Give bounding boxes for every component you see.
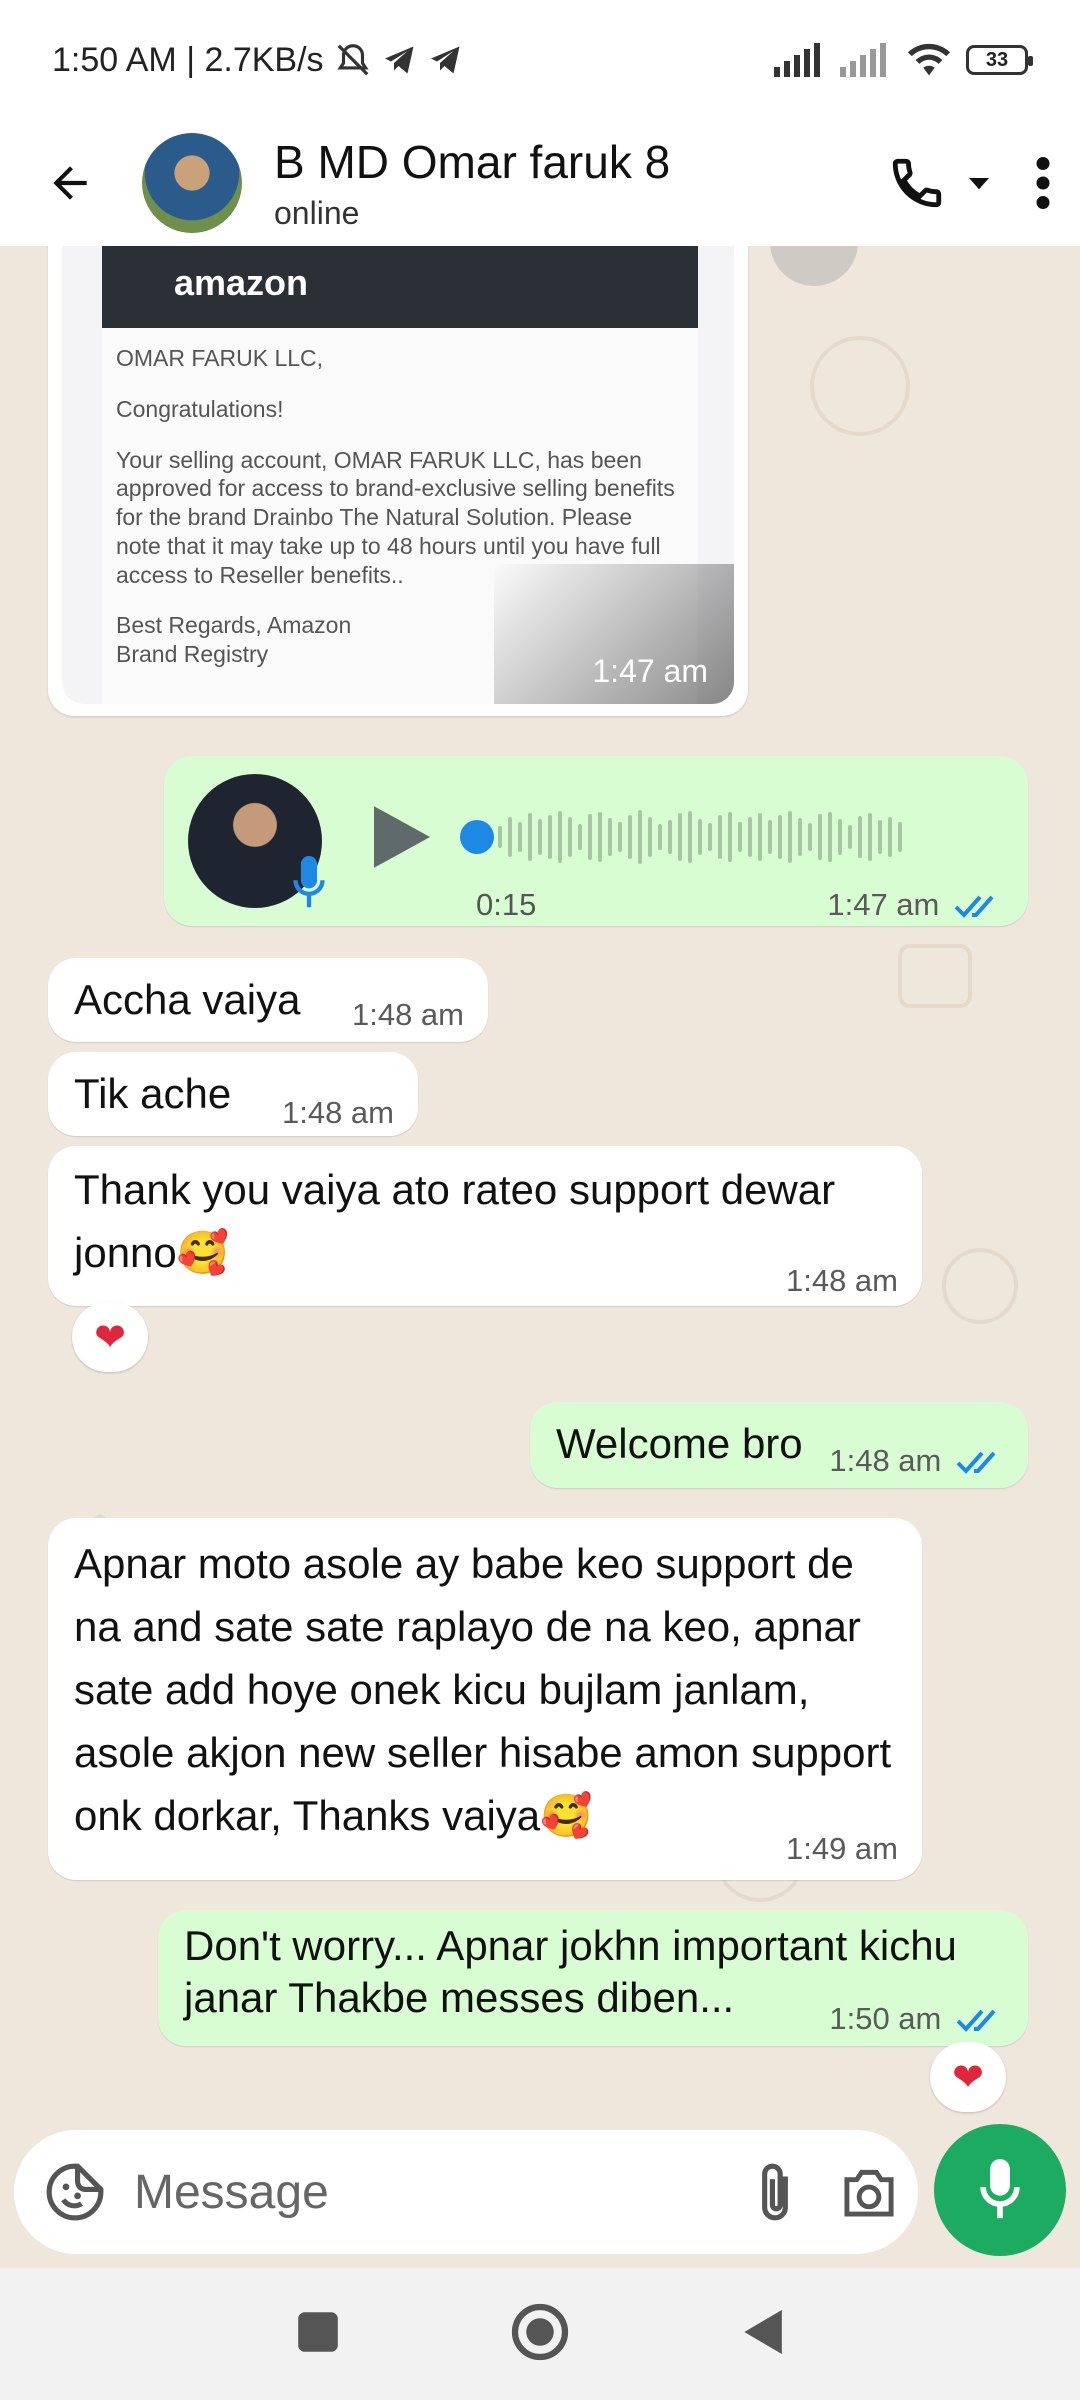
message-incoming[interactable]: Tik ache 1:48 am [48, 1052, 418, 1136]
message-incoming[interactable]: Accha vaiya 1:48 am [48, 958, 488, 1042]
telegram-icon [430, 46, 460, 74]
amazon-header-bar: amazon [102, 246, 698, 328]
mic-badge [292, 856, 326, 927]
status-bar: 1:50 AM | 2.7KB/s 33 [0, 0, 1080, 120]
voice-duration: 0:15 [476, 887, 537, 922]
message-composer [14, 2130, 918, 2254]
message-incoming[interactable]: Apnar moto asole ay babe keo support de … [48, 1518, 922, 1880]
message-time: 1:48 am [785, 1263, 898, 1298]
back-button[interactable] [20, 133, 120, 233]
play-icon [374, 806, 430, 868]
camera-icon [844, 2169, 894, 2217]
message-time: 1:48 am [829, 1438, 1004, 1485]
chat-area[interactable]: amazon OMAR FARUK LLC, Congratulations! … [0, 246, 1080, 2130]
message-input[interactable] [134, 2164, 755, 2220]
triangle-back-icon [744, 2309, 782, 2354]
sticker-icon [46, 2163, 104, 2221]
message-time: 1:47 am [592, 653, 708, 689]
paperclip-icon [762, 2163, 788, 2221]
double-check-icon [954, 895, 994, 918]
message-time-text: 1:50 am [829, 2001, 942, 2036]
camera-button[interactable] [839, 2165, 899, 2219]
recents-button[interactable] [296, 2310, 340, 2359]
seek-handle[interactable] [460, 820, 494, 854]
contact-status: online [274, 194, 360, 231]
header-actions [888, 154, 1050, 212]
home-button[interactable] [510, 2302, 570, 2367]
square-icon [298, 2311, 338, 2352]
contact-info[interactable]: B MD Omar faruk 8 online [274, 135, 670, 232]
status-right: 33 [774, 42, 1033, 78]
audio-waveform[interactable] [498, 806, 902, 868]
mic-icon [293, 856, 325, 908]
message-time-text: 1:47 am [827, 887, 940, 922]
more-options-button[interactable] [1036, 157, 1050, 209]
battery-icon: 33 [966, 45, 1033, 75]
home-circle-icon [511, 2303, 569, 2360]
voice-message[interactable]: 0:15 1:47 am [164, 756, 1028, 926]
system-nav-bar [0, 2268, 1080, 2400]
battery-level: 33 [985, 48, 1009, 71]
message-time: 1:50 am [829, 1996, 1004, 2043]
message-time: 1:48 am [281, 1095, 394, 1130]
contact-avatar[interactable] [142, 133, 242, 233]
phone-icon [892, 158, 942, 208]
email-line: OMAR FARUK LLC, [116, 345, 324, 371]
message-time: 1:48 am [351, 997, 464, 1032]
image-message[interactable]: amazon OMAR FARUK LLC, Congratulations! … [48, 246, 748, 716]
mute-bell-icon [336, 44, 369, 76]
chat-header: B MD Omar faruk 8 online [0, 120, 1080, 246]
reaction-badge[interactable]: ❤ [930, 2042, 1006, 2112]
message-text: Thank you vaiya ato rateo support dewar … [74, 1166, 836, 1276]
image-preview: amazon OMAR FARUK LLC, Congratulations! … [62, 246, 734, 704]
attach-button[interactable] [755, 2161, 795, 2223]
telegram-icon [384, 46, 414, 74]
status-time: 1:50 AM | 2.7KB/s [52, 40, 324, 79]
double-check-icon [956, 1451, 996, 1474]
message-text: Welcome bro [556, 1420, 803, 1467]
more-vert-icon [1036, 157, 1050, 209]
wifi-icon [907, 43, 951, 76]
voice-call-button[interactable] [888, 154, 946, 212]
sticker-button[interactable] [44, 2161, 106, 2223]
reaction-badge[interactable]: ❤ [72, 1302, 148, 1372]
signal-icon [840, 43, 886, 77]
email-line: Best Regards, Amazon Brand Registry [116, 612, 352, 667]
status-left: 1:50 AM | 2.7KB/s [52, 41, 464, 80]
call-options-button[interactable] [964, 168, 994, 198]
message-outgoing[interactable]: Don't worry... Apnar jokhn important kic… [158, 1910, 1028, 2046]
message-time: 1:49 am [785, 1831, 898, 1866]
message-text: Tik ache [74, 1070, 232, 1117]
message-text: Apnar moto asole ay babe keo support de … [74, 1540, 892, 1839]
signal-icon [774, 43, 820, 77]
play-button[interactable] [374, 806, 430, 885]
contact-name: B MD Omar faruk 8 [274, 135, 671, 188]
message-text: Accha vaiya [74, 976, 301, 1023]
message-outgoing[interactable]: Welcome bro 1:48 am [530, 1402, 1028, 1488]
mic-icon [980, 2159, 1020, 2219]
arrow-left-icon [53, 166, 87, 200]
caret-down-icon [969, 178, 989, 190]
email-line: Congratulations! [116, 395, 284, 422]
message-time: 1:47 am [827, 882, 1002, 929]
message-time-text: 1:48 am [829, 1443, 942, 1478]
message-incoming[interactable]: Thank you vaiya ato rateo support dewar … [48, 1146, 922, 1306]
voice-record-button[interactable] [934, 2124, 1066, 2256]
back-nav-button[interactable] [740, 2307, 784, 2362]
amazon-logo: amazon [174, 262, 309, 303]
double-check-icon [956, 2009, 996, 2032]
